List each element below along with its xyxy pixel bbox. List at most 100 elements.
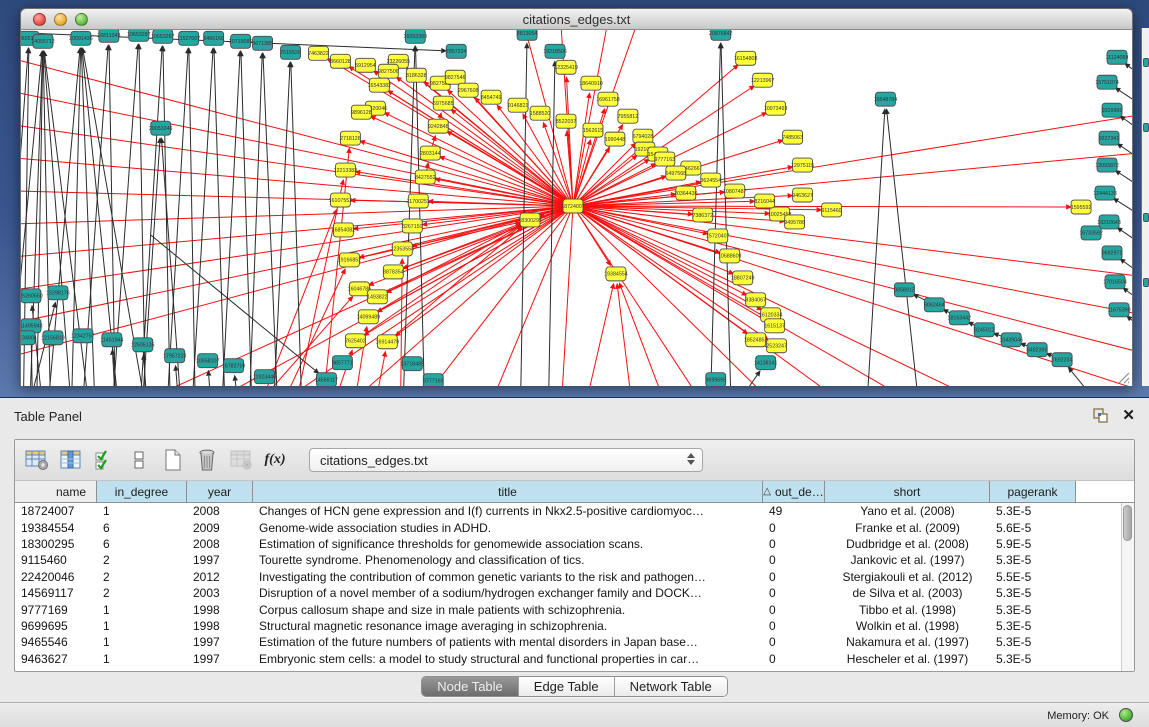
table-row[interactable]: 2242004622012Investigating the contribut… xyxy=(15,569,1134,585)
graph-node-label: 12353554 xyxy=(391,247,415,253)
network-canvas[interactable]: 1872400774638228660128591295423226055982… xyxy=(21,30,1132,386)
function-builder-icon[interactable]: f(x) xyxy=(261,446,289,474)
select-all-rows-icon[interactable] xyxy=(91,446,119,474)
float-window-icon[interactable] xyxy=(1092,407,1109,424)
graph-node-label: 11923446 xyxy=(253,374,276,380)
table-row[interactable]: 946362711997Embryonic stem cells: a mode… xyxy=(15,651,1134,667)
graph-edge xyxy=(618,289,635,386)
cell-name: 9463627 xyxy=(15,652,97,666)
column-header-pagerank[interactable]: pagerank xyxy=(990,481,1076,502)
graph-node-label: 6794028 xyxy=(633,134,654,140)
cell-short: Tibbo et al. (1998) xyxy=(825,603,990,617)
minimize-window-icon[interactable] xyxy=(54,13,67,26)
delete-column-icon[interactable] xyxy=(227,446,255,474)
column-header-title[interactable]: title xyxy=(253,481,763,502)
dropdown-stepper-icon xyxy=(687,453,695,465)
new-table-icon[interactable] xyxy=(159,446,187,474)
table-row[interactable]: 1938455462009Genome-wide association stu… xyxy=(15,519,1134,535)
graph-edge xyxy=(580,288,613,386)
graph-edge xyxy=(865,114,884,386)
cell-in_degree: 1 xyxy=(97,619,187,633)
edge-arrowhead xyxy=(348,349,353,356)
close-window-icon[interactable] xyxy=(33,13,46,26)
edge-arrowhead xyxy=(586,92,591,98)
edge-arrowhead xyxy=(233,375,238,381)
status-bar: Memory: OK xyxy=(0,702,1149,727)
table-row[interactable]: 969969511998Structural magnetic resonanc… xyxy=(15,618,1134,634)
cell-out_de: 0 xyxy=(763,652,825,666)
graph-node-label: 12156819 xyxy=(41,336,65,342)
table-row[interactable]: 1830029562008Estimation of significance … xyxy=(15,536,1134,552)
zoom-window-icon[interactable] xyxy=(75,13,88,26)
network-view-window[interactable]: citations_edges.txt 18724007746382286601… xyxy=(20,8,1133,386)
graph-node-label: 9671385 xyxy=(252,41,273,47)
attribute-table-settings-icon[interactable] xyxy=(23,446,51,474)
graph-node-label: 16733592 xyxy=(1079,231,1103,237)
graph-node-label: 16811043 xyxy=(97,33,120,39)
graph-node-label: 14569117 xyxy=(315,377,338,383)
edge-arrowhead xyxy=(382,351,387,357)
graph-node-label: 16854082 xyxy=(332,228,356,234)
table-row[interactable]: 946554611997Estimation of the future num… xyxy=(15,634,1134,650)
graph-node-label: 7515526 xyxy=(280,50,301,56)
graph-node-label: 20876842 xyxy=(709,31,733,37)
column-header-year[interactable]: year xyxy=(187,481,253,502)
graph-node-label: 16648784 xyxy=(874,97,898,103)
graph-node-label: 14138141 xyxy=(754,361,778,367)
graph-node-label: 9777169 xyxy=(423,378,444,384)
graph-edge xyxy=(214,53,226,386)
cell-pagerank: 5.3E-5 xyxy=(990,652,1076,666)
window-titlebar[interactable]: citations_edges.txt xyxy=(20,8,1133,30)
cell-title: Estimation of significance thresholds fo… xyxy=(253,537,763,551)
graph-node-label: 2803144 xyxy=(420,151,441,157)
graph-edge xyxy=(573,206,720,386)
edge-arrowhead xyxy=(30,305,35,311)
table-row[interactable]: 911546021997Tourette syndrome. Phenomeno… xyxy=(15,552,1134,568)
graph-node-label: 1615137 xyxy=(764,324,785,330)
cell-title: Corpus callosum shape and size in male p… xyxy=(253,603,763,617)
cell-pagerank: 5.9E-5 xyxy=(990,537,1076,551)
unselect-rows-icon[interactable] xyxy=(125,446,153,474)
tab-network-table[interactable]: Network Table xyxy=(615,677,727,696)
graph-node-label: 15751074 xyxy=(1095,80,1119,86)
graph-edge xyxy=(573,206,744,331)
table-row[interactable]: 977716911998Corpus callosum shape and si… xyxy=(15,601,1134,617)
cell-pagerank: 5.3E-5 xyxy=(990,603,1076,617)
graph-node-label: 18163442 xyxy=(948,316,972,322)
graph-node-label: 8813054 xyxy=(517,31,538,37)
tab-node-table[interactable]: Node Table xyxy=(422,677,519,696)
column-header-short[interactable]: short xyxy=(825,481,990,502)
table-source-dropdown[interactable]: citations_edges.txt xyxy=(309,448,703,472)
graph-node-label: 2967608 xyxy=(458,88,479,94)
close-panel-icon[interactable]: ✕ xyxy=(1122,408,1135,423)
graph-node-label: 12213967 xyxy=(751,78,775,84)
table-scrollbar[interactable] xyxy=(1121,503,1134,671)
graph-node-label: 10688609 xyxy=(718,254,742,260)
cell-title: Investigating the contribution of common… xyxy=(253,570,763,584)
graph-node-label: 11700251 xyxy=(407,199,430,205)
column-header-in_degree[interactable]: in_degree xyxy=(97,481,187,502)
edge-arrowhead xyxy=(755,370,761,376)
delete-table-icon[interactable] xyxy=(193,446,221,474)
cell-short: Jankovic et al. (1997) xyxy=(825,553,990,567)
graph-node-label: 18640910 xyxy=(579,81,603,87)
cell-name: 9777169 xyxy=(15,603,97,617)
graph-node-label: 10439046 xyxy=(999,338,1023,344)
resize-grip-icon[interactable] xyxy=(1116,370,1130,384)
column-select-icon[interactable] xyxy=(57,446,85,474)
memory-status-icon[interactable] xyxy=(1119,708,1133,722)
column-header-name[interactable]: name xyxy=(15,481,97,502)
tab-edge-table[interactable]: Edge Table xyxy=(519,677,615,696)
scrollbar-thumb[interactable] xyxy=(1123,505,1132,541)
graph-node-label: 20053346 xyxy=(149,126,173,132)
graph-node-label: 7485063 xyxy=(782,135,803,141)
column-header-out_de[interactable]: △out_de… xyxy=(763,481,825,502)
panel-title: Table Panel xyxy=(14,409,82,424)
table-row[interactable]: 1456911722003Disruption of a novel membe… xyxy=(15,585,1134,601)
graph-node-label: 7857224 xyxy=(446,49,467,55)
table-row[interactable]: 1872400712008Changes of HCN gene express… xyxy=(15,503,1134,519)
edge-arrowhead xyxy=(52,302,57,308)
graph-node-label: 16107552 xyxy=(329,198,353,204)
graph-node-label: 8522037 xyxy=(556,119,577,125)
graph-node-label: 6466160 xyxy=(203,36,224,42)
